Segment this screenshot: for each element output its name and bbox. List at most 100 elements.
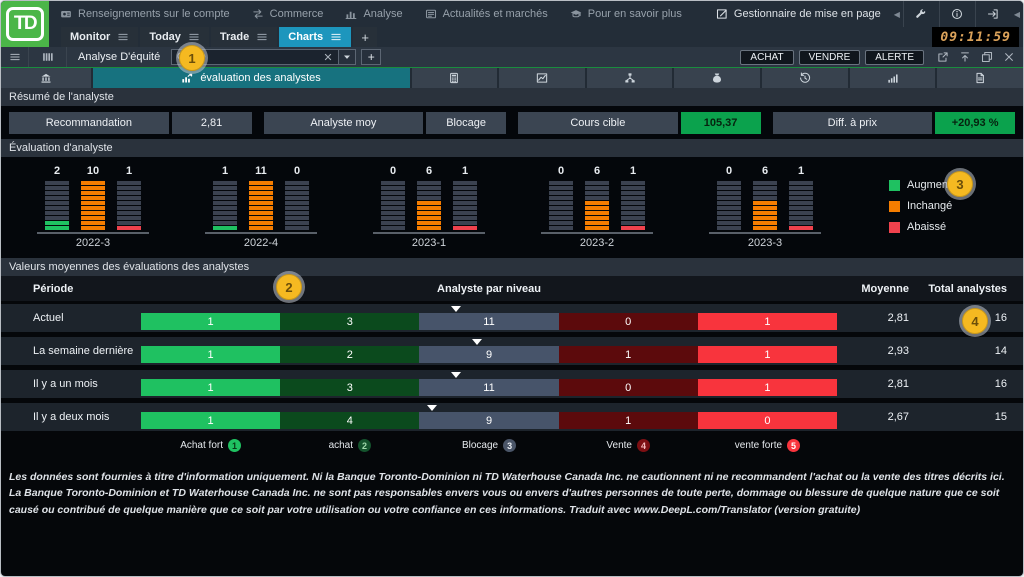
popout-button[interactable] [933, 48, 953, 66]
level-segment: 1 [559, 346, 698, 363]
menu-icon [330, 31, 342, 43]
metric-value: Blocage [426, 112, 506, 134]
rating-bar-segment [249, 211, 273, 215]
menu-item-4[interactable]: Actualités et marchés [414, 1, 559, 27]
row-period-label: Actuel [1, 304, 141, 332]
table-row[interactable]: Actuel1311012,8116 [1, 304, 1023, 332]
rating-bar [417, 181, 441, 231]
rating-bar-segment [81, 216, 105, 220]
table-row[interactable]: Il y a deux mois149102,6715 [1, 403, 1023, 431]
analysis-tab-line-chart[interactable] [499, 68, 585, 88]
level-segment: 1 [698, 313, 837, 330]
rating-bar-segment [549, 201, 573, 205]
rating-bar-segment [381, 186, 405, 190]
scroll-top-button[interactable] [955, 48, 975, 66]
rating-bar-segment [213, 196, 237, 200]
rating-bar-value: 1 [453, 165, 477, 177]
analysis-tab-calculator[interactable] [412, 68, 498, 88]
rating-chart-group: 0612023-2 [513, 165, 681, 258]
tools-button[interactable] [903, 1, 939, 27]
rating-bar-segment [81, 201, 105, 205]
disclaimer-text: Les données sont fournies à titre d'info… [1, 457, 1023, 576]
analysis-tab-analyst-rating[interactable]: évaluation des analystes [93, 68, 410, 88]
menu-item-5[interactable]: Pour en savoir plus [559, 1, 693, 27]
line-chart-icon [536, 72, 548, 84]
rating-bar-segment [117, 191, 141, 195]
layout-manager-button[interactable]: Gestionnaire de mise en page [706, 1, 891, 27]
analysis-tab-signal-bars[interactable] [850, 68, 936, 88]
analysis-tab-history[interactable] [762, 68, 848, 88]
rating-bar-value: 6 [753, 165, 777, 177]
rating-bar-segment [549, 196, 573, 200]
rating-bar-segment [453, 196, 477, 200]
menu-item-2[interactable]: Commerce [241, 1, 335, 27]
rating-bar-segment [549, 181, 573, 185]
rating-bar-segment [45, 206, 69, 210]
transfer-icon [252, 8, 264, 20]
collapse-right-icon[interactable]: ◀ [1011, 1, 1023, 27]
menu-item-3[interactable]: Analyse [334, 1, 413, 27]
rating-bar-segment [285, 206, 309, 210]
table-row[interactable]: La semaine dernière129112,9314 [1, 337, 1023, 365]
panel-menu-button[interactable] [1, 47, 29, 67]
menu-item-1[interactable]: Renseignements sur le compte [49, 1, 241, 27]
info-button[interactable] [939, 1, 975, 27]
add-symbol-button[interactable]: + [361, 49, 381, 65]
rating-bar-segment [249, 186, 273, 190]
rating-bar-segment [753, 191, 777, 195]
column-header-levels: Analyste par niveau [141, 283, 837, 295]
table-row[interactable]: Il y a un mois1311012,8116 [1, 370, 1023, 398]
rating-bar-segment [81, 206, 105, 210]
workspace-tab-charts[interactable]: Charts [279, 27, 351, 47]
rating-bar-segment [789, 196, 813, 200]
alerte-button[interactable]: ALERTE [865, 50, 924, 65]
level-segment: 11 [419, 313, 558, 330]
rating-bar-segment [585, 191, 609, 195]
clear-search-icon[interactable] [322, 51, 334, 63]
rating-category-label: 2022-4 [244, 237, 278, 249]
logout-button[interactable] [975, 1, 1011, 27]
table-legend-badge: 3 [503, 439, 516, 452]
analysis-tab-document[interactable] [937, 68, 1023, 88]
analysis-tab-network[interactable] [587, 68, 673, 88]
analysis-tab-money-bag[interactable] [674, 68, 760, 88]
rating-bars [45, 181, 141, 231]
rating-bar-segment [789, 201, 813, 205]
layout-manager-label: Gestionnaire de mise en page [734, 8, 881, 20]
menu-item-label: Commerce [270, 8, 324, 20]
achat-button[interactable]: ACHAT [740, 50, 793, 65]
rating-bar-segment [417, 226, 441, 230]
level-segment: 1 [559, 412, 698, 429]
rating-bar-segment [717, 181, 741, 185]
restore-button[interactable] [977, 48, 997, 66]
rating-bar-values: 2101 [45, 165, 141, 177]
symbol-dropdown-button[interactable] [339, 49, 356, 65]
legend-label: Abaissé [907, 221, 946, 233]
rating-bar-segment [753, 196, 777, 200]
rating-bar-segment [45, 191, 69, 195]
workspace-tab-monitor[interactable]: Monitor [61, 27, 138, 47]
columns-button[interactable] [29, 47, 67, 67]
level-segment: 1 [698, 379, 837, 396]
calculator-icon [448, 72, 460, 84]
workspace-tab-trade[interactable]: Trade [211, 27, 277, 47]
close-panel-button[interactable] [999, 48, 1019, 66]
analysis-tab-bank[interactable] [1, 68, 91, 88]
td-logo[interactable]: TD [1, 1, 49, 47]
rating-bar-segment [621, 221, 645, 225]
workspace-tab-today[interactable]: Today [140, 27, 209, 47]
rating-bar-segment [381, 206, 405, 210]
level-segment: 4 [280, 412, 419, 429]
panel-window-controls [929, 48, 1023, 66]
collapse-left-icon[interactable]: ◀ [891, 1, 903, 27]
rating-bar-segment [81, 186, 105, 190]
add-workspace-tab-button[interactable]: + [353, 27, 377, 47]
column-header-mean: Moyenne [837, 283, 909, 295]
table-legend-badge: 1 [228, 439, 241, 452]
row-segments: 131101 [141, 379, 837, 396]
table-legend-item: Achat fort1 [141, 434, 280, 457]
scroll-top-icon [959, 51, 971, 63]
vendre-button[interactable]: VENDRE [799, 50, 861, 65]
rating-bar-segment [117, 206, 141, 210]
row-mean-value: 2,93 [837, 337, 909, 365]
